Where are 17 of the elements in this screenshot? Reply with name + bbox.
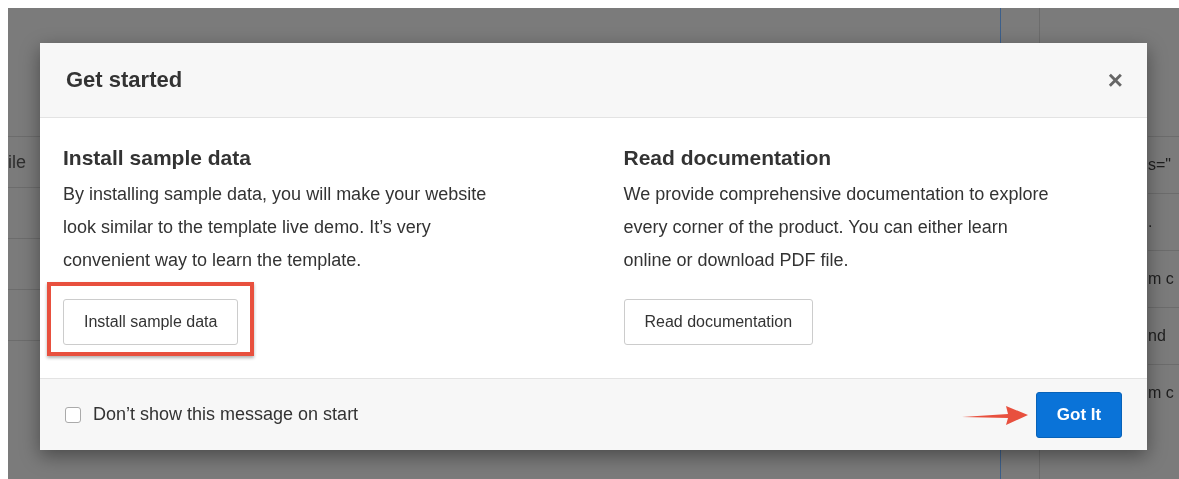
section-text: We provide comprehensive documentation to explore every corner of the product. You can either learn online or download PDF file. (623, 183, 1050, 272)
background-text: nd (1148, 327, 1166, 345)
action-button[interactable]: Read documentation (623, 299, 814, 345)
section-heading: Install sample data (63, 146, 251, 170)
background-text: . (1148, 213, 1153, 231)
background-text: s=" (1148, 156, 1172, 174)
got-it-button[interactable]: Got It (1036, 391, 1122, 438)
checkbox[interactable] (65, 406, 81, 423)
action-button[interactable]: Install sample data (63, 299, 239, 345)
section-heading: Read documentation (623, 146, 832, 170)
dialog-title: Get started (66, 67, 183, 93)
checkbox-label: Don’t show this message on start (93, 404, 359, 425)
background-text: m c (1148, 384, 1174, 402)
background-text: m c (1148, 270, 1174, 288)
close-button[interactable]: × (1107, 64, 1123, 96)
section-text: By installing sample data, you will make your website look similar to the template live demo. It’s very convenient way to learn the template. (63, 183, 488, 272)
background-text: ile (8, 151, 26, 173)
